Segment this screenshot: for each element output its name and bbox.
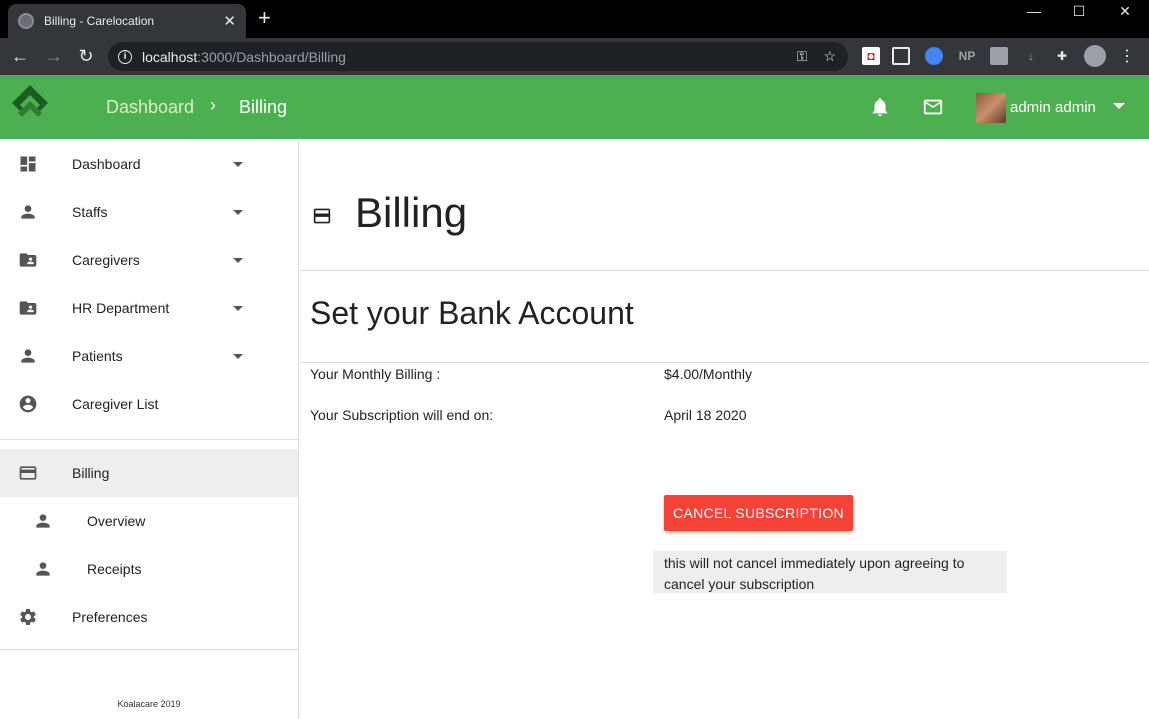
gear-icon	[20, 609, 36, 625]
url-path: :3000/Dashboard/Billing	[197, 48, 346, 65]
minimize-icon[interactable]: —	[1011, 0, 1057, 22]
sidebar-item-patients[interactable]: Patients	[0, 332, 298, 380]
subscription-end-label: Your Subscription will end on:	[310, 407, 494, 423]
close-tab-icon[interactable]: ✕	[223, 12, 236, 30]
app-header: Dashboard › Billing admin admin	[0, 75, 1149, 139]
subscription-end-value: April 18 2020	[664, 407, 747, 423]
cancel-notice-line: cancel your subscription	[664, 576, 815, 592]
sidebar-item-billing[interactable]: Billing	[0, 449, 298, 497]
caret-down-icon	[233, 257, 243, 263]
person-icon	[21, 349, 35, 363]
globe-icon	[18, 13, 34, 29]
tab-title: Billing - Carelocation	[44, 14, 155, 28]
account-circle-icon	[19, 395, 37, 413]
credit-card-icon	[19, 466, 37, 480]
sidebar: Dashboard Staffs Caregivers HR Departmen…	[0, 139, 299, 719]
extension-bookmark-icon[interactable]	[925, 47, 943, 65]
divider	[0, 649, 298, 650]
download-icon[interactable]: ↓	[1022, 47, 1040, 65]
sidebar-item-label: Preferences	[72, 609, 148, 625]
profile-avatar-icon[interactable]	[1084, 45, 1106, 67]
sidebar-item-label: Patients	[72, 348, 123, 364]
sidebar-item-caregivers[interactable]: Caregivers	[0, 236, 298, 284]
contact-folder-icon	[19, 301, 37, 315]
sidebar-item-preferences[interactable]: Preferences	[0, 593, 298, 641]
browser-toolbar: ← → ↻ i localhost :3000/Dashboard/Billin…	[0, 38, 1149, 75]
person-icon	[36, 514, 50, 528]
back-icon[interactable]: ←	[6, 38, 34, 75]
caret-down-icon	[233, 305, 243, 311]
user-name[interactable]: admin admin	[1010, 99, 1096, 116]
breadcrumb-dashboard[interactable]: Dashboard	[106, 97, 194, 118]
sidebar-item-label: Dashboard	[72, 156, 141, 172]
sidebar-item-label: Staffs	[72, 204, 108, 220]
sidebar-item-caregiver-list[interactable]: Caregiver List	[0, 380, 298, 428]
caret-down-icon	[233, 209, 243, 215]
chevron-right-icon: ›	[210, 95, 216, 115]
contact-folder-icon	[19, 253, 37, 267]
menu-kebab-icon[interactable]: ⋮	[1118, 47, 1136, 65]
extension-shield-icon[interactable]: ◘	[862, 47, 880, 65]
avatar[interactable]	[976, 93, 1006, 123]
info-icon[interactable]: i	[118, 49, 132, 64]
extension-np-icon[interactable]: NP	[956, 47, 978, 65]
forward-icon[interactable]: →	[40, 38, 68, 75]
monthly-billing-label: Your Monthly Billing :	[310, 366, 441, 382]
main-content: Billing Set your Bank Account Your Month…	[300, 139, 1149, 719]
window-close-icon[interactable]: ✕	[1102, 0, 1148, 22]
divider	[300, 270, 1149, 271]
new-tab-button[interactable]: +	[258, 7, 271, 29]
divider	[0, 439, 298, 440]
bell-icon[interactable]	[869, 96, 891, 118]
logo-icon[interactable]	[10, 83, 50, 123]
caret-down-icon	[233, 161, 243, 167]
sidebar-item-label: Overview	[87, 513, 146, 529]
maximize-icon[interactable]: ☐	[1056, 0, 1102, 22]
sidebar-item-overview[interactable]: Overview	[0, 497, 298, 545]
sidebar-item-staffs[interactable]: Staffs	[0, 188, 298, 236]
sidebar-item-label: Caregiver List	[72, 396, 159, 412]
page-title: Billing	[355, 189, 468, 236]
breadcrumb-billing: Billing	[239, 97, 288, 117]
mail-icon[interactable]	[922, 96, 944, 118]
key-icon[interactable]: ⚿	[797, 48, 808, 65]
sidebar-item-dashboard[interactable]: Dashboard	[0, 140, 298, 188]
star-icon[interactable]: ☆	[823, 48, 836, 65]
dashboard-icon	[20, 156, 36, 172]
chevron-down-icon[interactable]	[1113, 103, 1125, 109]
sidebar-item-label: Billing	[72, 465, 110, 481]
caret-down-icon	[233, 353, 243, 359]
cancel-subscription-button[interactable]: CANCEL SUBSCRIPTION	[664, 495, 853, 531]
section-title: Set your Bank Account	[310, 295, 634, 331]
url-host: localhost	[142, 48, 198, 65]
person-icon	[21, 205, 35, 219]
sidebar-item-label: Receipts	[87, 561, 142, 577]
footer-copyright: Koalacare 2019	[117, 699, 181, 709]
sidebar-item-label: Caregivers	[72, 252, 140, 268]
reload-icon[interactable]: ↻	[72, 38, 100, 75]
person-icon	[36, 562, 50, 576]
extension-image-icon[interactable]	[990, 47, 1008, 65]
browser-tabstrip: Billing - Carelocation ✕ + — ☐ ✕	[0, 0, 1149, 38]
puzzle-icon[interactable]: ✚	[1053, 47, 1071, 65]
browser-tab[interactable]: Billing - Carelocation ✕	[8, 4, 246, 38]
sidebar-item-hr-department[interactable]: HR Department	[0, 284, 298, 332]
credit-card-icon	[313, 208, 331, 224]
monthly-billing-value: $4.00/Monthly	[664, 366, 752, 382]
sidebar-item-label: HR Department	[72, 300, 170, 316]
cancel-notice: this will not cancel immediately upon ag…	[653, 551, 1007, 593]
cancel-notice-line: this will not cancel immediately upon ag…	[664, 555, 965, 571]
sidebar-item-receipts[interactable]: Receipts	[0, 545, 298, 593]
address-bar[interactable]: i localhost :3000/Dashboard/Billing ⚿ ☆	[108, 42, 848, 71]
extension-window-icon[interactable]	[892, 47, 910, 65]
divider	[300, 362, 1149, 363]
